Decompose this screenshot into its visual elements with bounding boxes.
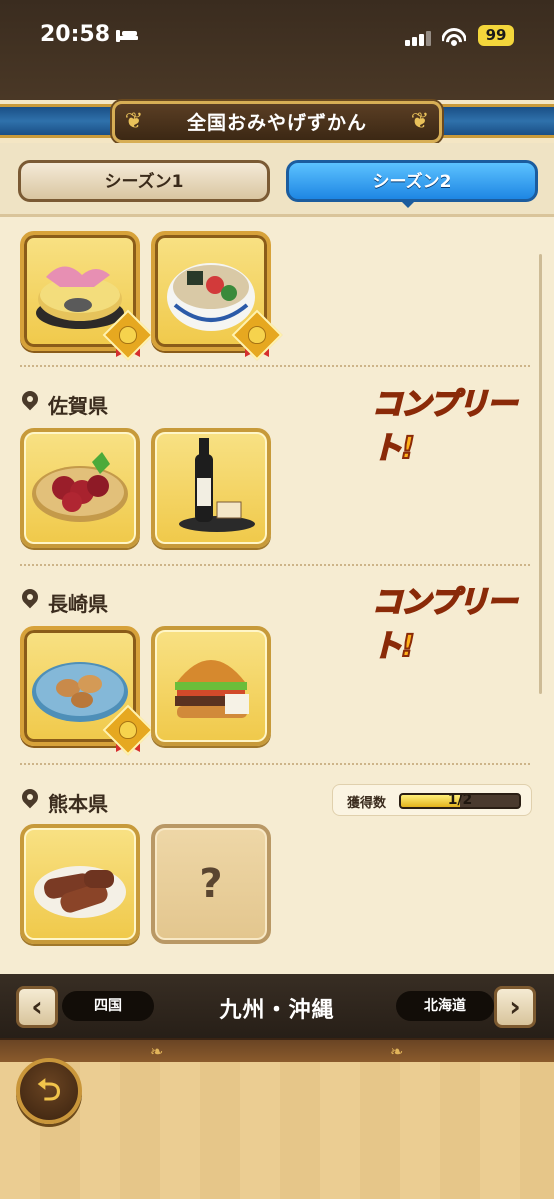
location-pin-icon	[18, 785, 42, 809]
status-bar: 20:58 99	[0, 0, 554, 100]
medal-icon	[102, 704, 154, 756]
divider	[20, 564, 530, 566]
sweet-bread-icon	[34, 866, 126, 918]
souvenir-card[interactable]	[20, 626, 154, 756]
progress-bar: 1/2	[399, 793, 521, 809]
complete-badge: コンプリート!	[371, 386, 518, 467]
bed-icon	[116, 30, 138, 42]
season-tabs: シーズン1 シーズン2	[0, 143, 554, 215]
chevron-left-icon: ‹	[31, 990, 43, 1023]
prev-region-button[interactable]: ‹	[16, 986, 58, 1028]
souvenir-card[interactable]	[20, 428, 140, 548]
souvenir-card[interactable]	[20, 824, 140, 944]
bottom-panel-border: ❧ ❧	[0, 1038, 554, 1062]
souvenir-card[interactable]	[151, 428, 271, 548]
signal-icon	[405, 30, 431, 46]
page-title: 全国おみやげずかん	[186, 112, 367, 134]
prefecture-name: 佐賀県	[48, 394, 108, 418]
status-time: 20:58	[40, 22, 111, 47]
collection-progress: 獲得数 1/2	[332, 784, 532, 816]
medal-icon	[102, 309, 154, 361]
ornament-icon: ❧	[150, 1042, 164, 1061]
selected-tab-pointer	[400, 200, 416, 208]
tab-season-1[interactable]: シーズン1	[18, 160, 270, 202]
current-region: 九州・沖縄	[219, 998, 335, 1023]
location-pin-icon	[18, 585, 42, 609]
prev-region-label[interactable]: 四国	[62, 991, 154, 1021]
question-mark-icon: ?	[199, 861, 223, 907]
next-region-label[interactable]: 北海道	[396, 991, 494, 1021]
prefecture-name: 熊本県	[48, 792, 108, 816]
souvenir-card[interactable]	[20, 231, 154, 361]
wifi-icon	[442, 26, 466, 46]
medal-icon	[231, 309, 283, 361]
title-plate: ❦ 全国おみやげずかん ❦	[112, 101, 442, 143]
progress-value: 1/2	[447, 793, 473, 808]
scrollbar[interactable]	[539, 254, 542, 694]
location-pin-icon	[18, 387, 42, 411]
chevron-right-icon: ›	[509, 990, 521, 1023]
next-region-button[interactable]: ›	[494, 986, 536, 1028]
divider	[20, 763, 530, 765]
region-navigation: ‹ 四国 九州・沖縄 北海道 ›	[0, 974, 554, 1038]
souvenir-list[interactable]: 佐賀県 コンプリート! 長崎県 コンプリート! 熊本県 ?	[0, 217, 554, 974]
sea-urchin-icon	[32, 452, 128, 522]
divider	[20, 365, 530, 367]
progress-label: 獲得数	[347, 796, 387, 811]
prefecture-name: 長崎県	[48, 592, 108, 616]
ornament-icon: ❦	[410, 109, 430, 134]
sasebo-burger-icon	[175, 660, 249, 718]
back-button[interactable]: ⮌	[16, 1058, 82, 1124]
sake-bottle-icon	[179, 438, 255, 532]
souvenir-card[interactable]	[151, 231, 283, 361]
tab-season-2[interactable]: シーズン2	[286, 160, 538, 202]
souvenir-card[interactable]	[151, 626, 271, 746]
bottom-panel	[0, 1062, 554, 1199]
complete-badge: コンプリート!	[371, 584, 518, 665]
ornament-icon: ❧	[390, 1042, 404, 1061]
locked-souvenir-card[interactable]: ?	[151, 824, 271, 944]
battery-indicator: 99	[478, 25, 514, 46]
back-arrow-icon: ⮌	[36, 1073, 62, 1108]
